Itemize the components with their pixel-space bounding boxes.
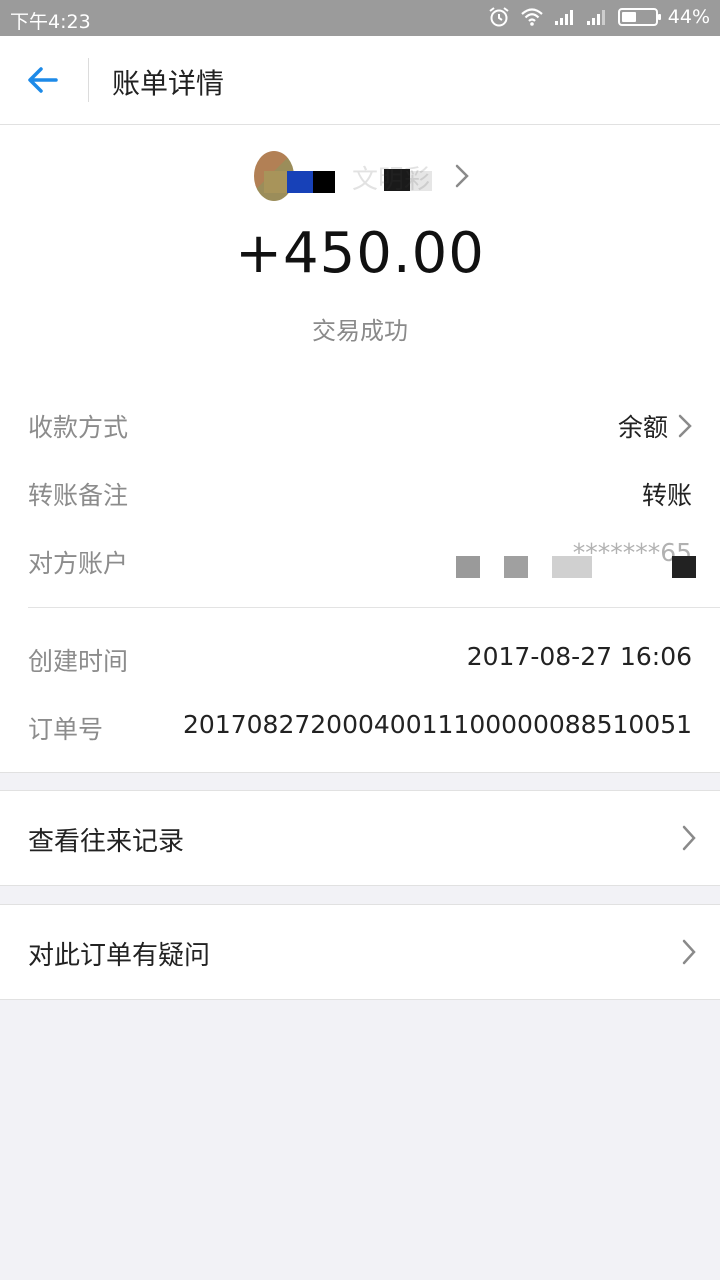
status-icons: 44%	[488, 6, 710, 28]
detail-label: 对方账户	[28, 549, 129, 578]
redaction-mark	[672, 556, 696, 578]
wifi-icon	[521, 8, 543, 26]
remark-value: 转账	[641, 481, 692, 510]
order-question-button[interactable]: 对此订单有疑问	[0, 904, 720, 1000]
alarm-icon	[489, 7, 509, 27]
detail-row-remark: 转账备注 转账	[28, 476, 692, 516]
transaction-summary: 文明彩 +450.00 交易成功	[0, 125, 720, 370]
battery-percent: 44%	[667, 6, 710, 28]
detail-row-order-number: 订单号 20170827200040011100000088510051	[28, 710, 692, 750]
payee-link[interactable]: 文明彩	[254, 151, 474, 203]
signal-icon-1	[554, 10, 573, 25]
created-time-value: 2017-08-27 16:06	[466, 642, 692, 671]
detail-label: 收款方式	[28, 413, 129, 442]
page-title: 账单详情	[112, 67, 225, 100]
view-history-button[interactable]: 查看往来记录	[0, 790, 720, 886]
payment-method-value: 余额	[617, 413, 668, 442]
chevron-right-icon	[455, 164, 469, 188]
chevron-right-icon	[682, 939, 696, 965]
order-number-value: 20170827200040011100000088510051	[183, 710, 692, 739]
back-arrow-icon	[28, 67, 58, 93]
detail-value: 余额	[618, 408, 692, 444]
top-bar: 账单详情	[0, 36, 720, 125]
detail-label: 创建时间	[28, 647, 129, 676]
detail-row-account: 对方账户 *******65	[28, 538, 696, 584]
redaction-mark	[313, 171, 335, 193]
details-card: 收款方式 余额 转账备注 转账 对方账户 *******65 创建时间 2017…	[0, 370, 720, 773]
status-time: 下午4:23	[10, 11, 91, 33]
battery-icon	[617, 8, 661, 26]
section-divider	[28, 607, 720, 608]
redaction-mark	[504, 556, 528, 578]
status-bar: 下午4:23 44%	[0, 0, 720, 36]
detail-label: 转账备注	[28, 481, 129, 510]
chevron-right-icon	[678, 414, 692, 438]
detail-row-payment-method[interactable]: 收款方式 余额	[28, 408, 692, 448]
signal-icon-2	[586, 10, 605, 25]
detail-label: 订单号	[28, 715, 104, 744]
header-divider	[88, 58, 89, 102]
transaction-status: 交易成功	[312, 317, 408, 345]
redaction-mark	[552, 556, 592, 578]
order-question-label: 对此订单有疑问	[28, 941, 211, 971]
redaction-mark	[287, 171, 313, 193]
amount: +450.00	[235, 221, 485, 286]
redaction-mark	[456, 556, 480, 578]
payee-name: 文明彩	[352, 165, 431, 195]
chevron-right-icon	[682, 825, 696, 851]
detail-row-created-time: 创建时间 2017-08-27 16:06	[28, 642, 692, 682]
back-button[interactable]	[18, 60, 68, 100]
view-history-label: 查看往来记录	[28, 827, 185, 857]
